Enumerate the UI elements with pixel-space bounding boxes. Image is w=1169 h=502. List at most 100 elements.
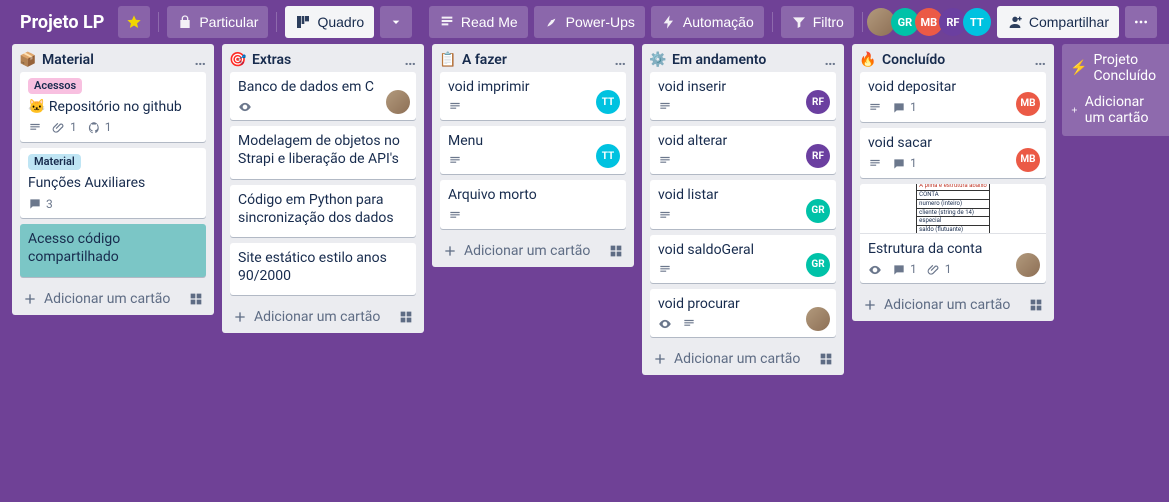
automation-button[interactable]: Automação [651, 6, 764, 38]
add-card-label: Adicionar um cartão [44, 291, 170, 307]
members-row[interactable]: GR MB RF TT [871, 8, 991, 36]
card-member[interactable] [806, 307, 830, 331]
add-card-button[interactable]: Adicionar um cartão [12, 283, 214, 315]
share-button[interactable]: Compartilhar [997, 6, 1119, 38]
card-title: void inserir [658, 78, 828, 96]
card[interactable]: Código em Python para sincronização dos … [230, 185, 416, 237]
description-badge [28, 121, 42, 135]
badges [238, 100, 408, 114]
template-icon[interactable] [818, 351, 834, 367]
card-member[interactable]: MB [1016, 92, 1040, 116]
card-title: Arquivo morto [448, 186, 618, 204]
rocket-icon [544, 14, 560, 30]
card-member[interactable]: TT [596, 90, 620, 114]
list-menu-button[interactable]: … [404, 52, 416, 68]
plus-icon [862, 297, 878, 313]
list-menu-button[interactable]: … [194, 52, 206, 68]
description-badge [682, 317, 696, 331]
visibility-button[interactable]: Particular [167, 6, 268, 38]
badges [448, 209, 618, 223]
card[interactable]: void sacar1MB [860, 128, 1046, 178]
list-header[interactable]: 📋 A fazer … [432, 44, 634, 72]
badges: 1 [868, 100, 1038, 116]
card[interactable]: void procurar [650, 289, 836, 337]
card-title: Acesso código compartilhado [28, 230, 198, 266]
list-menu-button[interactable]: … [1034, 52, 1046, 68]
add-card-button[interactable]: Adicionar um cartão [432, 235, 634, 267]
view-button[interactable]: Quadro [285, 6, 374, 38]
view-dropdown-button[interactable] [380, 6, 412, 38]
add-card-button[interactable]: Adicionar um cartão [222, 301, 424, 333]
list-header[interactable]: ⚙️ Em andamento … [642, 44, 844, 72]
list-header[interactable]: 🎯 Extras … [222, 44, 424, 72]
lock-icon [177, 14, 193, 30]
description-badge [658, 209, 672, 223]
list-collapsed[interactable]: ⚡ Projeto Concluído Adicionar um cartão [1062, 44, 1169, 136]
card-title: Estrutura da conta [868, 240, 1038, 258]
filter-button[interactable]: Filtro [781, 6, 854, 38]
badges: 3 [28, 197, 198, 213]
description-badge [658, 154, 672, 168]
card-member[interactable]: GR [806, 253, 830, 277]
list-header[interactable]: 🔥 Concluído … [852, 44, 1054, 72]
card[interactable]: Arquivo morto [440, 180, 626, 228]
card[interactable]: Banco de dados em C [230, 72, 416, 120]
card-cover: A pilha é estrutura abaixo CONTAnumero (… [860, 184, 1046, 234]
card[interactable]: MaterialFunções Auxiliares3 [20, 148, 206, 218]
add-card-button[interactable]: Adicionar um cartão [1062, 88, 1169, 136]
board-header: Projeto LP Particular Quadro Read Me Pow… [0, 0, 1169, 44]
list: 🔥 Concluído …void depositar1MB void sacar… [852, 44, 1054, 321]
card[interactable]: void imprimirTT [440, 72, 626, 120]
add-card-button[interactable]: Adicionar um cartão [642, 343, 844, 375]
list-menu-button[interactable]: … [824, 52, 836, 68]
list-title: Concluído [882, 52, 1028, 68]
automation-label: Automação [683, 14, 754, 30]
card[interactable]: void listarGR [650, 180, 836, 228]
card-member[interactable] [386, 90, 410, 114]
add-card-button[interactable]: Adicionar um cartão [852, 289, 1054, 321]
list-icon: 📋 [440, 52, 456, 68]
list: 📦 Material …Acessos🐱 Repositório no gith… [12, 44, 214, 315]
card-title: void alterar [658, 132, 828, 150]
list-header: ⚡ Projeto Concluído [1062, 44, 1169, 88]
label[interactable]: Acessos [28, 78, 82, 94]
card[interactable]: void alterarRF [650, 126, 836, 174]
avatar[interactable]: TT [963, 8, 991, 36]
card[interactable]: MenuTT [440, 126, 626, 174]
card-title: void sacar [868, 134, 1038, 152]
add-card-label: Adicionar um cartão [254, 309, 380, 325]
template-icon[interactable] [188, 291, 204, 307]
list-title: Material [42, 52, 188, 68]
watch-badge [658, 317, 672, 331]
bolt-icon [661, 14, 677, 30]
template-icon[interactable] [1028, 297, 1044, 313]
card-member[interactable]: GR [806, 199, 830, 223]
template-icon[interactable] [398, 309, 414, 325]
powerups-button[interactable]: Power-Ups [534, 6, 645, 38]
card-member[interactable]: RF [806, 90, 830, 114]
list-menu-button[interactable]: … [614, 52, 626, 68]
list-header[interactable]: 📦 Material … [12, 44, 214, 72]
board-title[interactable]: Projeto LP [12, 10, 112, 35]
card[interactable]: void saldoGeralGR [650, 235, 836, 283]
card[interactable]: Modelagem de objetos no Strapi e liberaç… [230, 126, 416, 178]
card[interactable]: Acessos🐱 Repositório no github11 [20, 72, 206, 142]
card[interactable]: void depositar1MB [860, 72, 1046, 122]
card-member[interactable]: MB [1016, 148, 1040, 172]
card-title: void imprimir [448, 78, 618, 96]
description-badge [658, 100, 672, 114]
card[interactable]: Acesso código compartilhado [20, 224, 206, 276]
card[interactable]: Site estático estilo anos 90/2000 [230, 243, 416, 295]
board-menu-button[interactable] [1125, 6, 1157, 38]
divider [772, 12, 773, 32]
star-button[interactable] [118, 6, 150, 38]
list-icon: ⚙️ [650, 52, 666, 68]
cards: Banco de dados em C Modelagem de objetos … [222, 72, 424, 301]
card[interactable]: void inserirRF [650, 72, 836, 120]
template-icon[interactable] [608, 243, 624, 259]
card[interactable]: A pilha é estrutura abaixo CONTAnumero (… [860, 184, 1046, 284]
chevron-down-icon [388, 14, 404, 30]
readme-button[interactable]: Read Me [429, 6, 528, 38]
filter-icon [791, 14, 807, 30]
label[interactable]: Material [28, 154, 81, 170]
